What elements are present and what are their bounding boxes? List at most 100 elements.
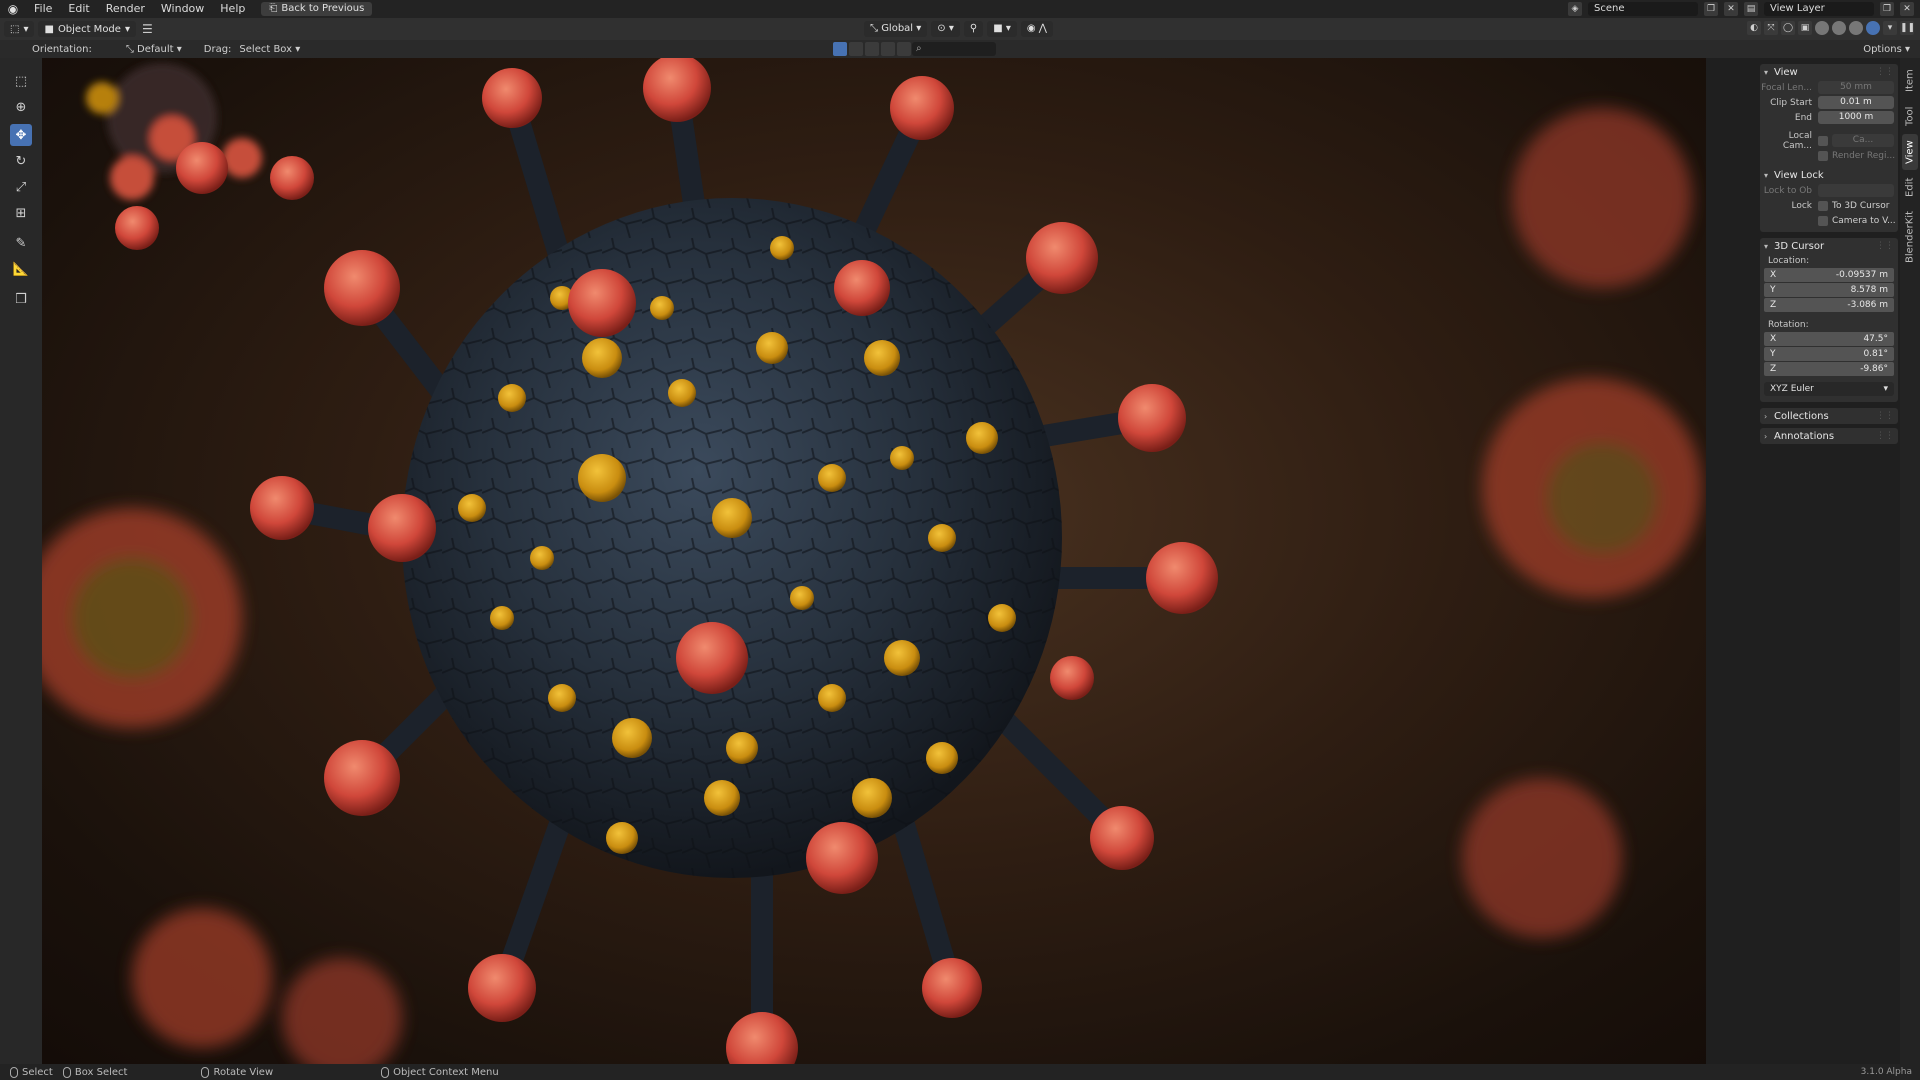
rotation-z-axis: Z [1770, 364, 1777, 374]
cursor-location-x-field[interactable]: X -0.09537 m [1764, 268, 1894, 282]
cursor-rotation-z-field[interactable]: Z -9.86° [1764, 362, 1894, 376]
move-tool-icon[interactable]: ✥ [10, 124, 32, 146]
cursor-rotation-y-field[interactable]: Y 0.81° [1764, 347, 1894, 361]
cursor-rotation-x-field[interactable]: X 47.5° [1764, 332, 1894, 346]
pause-render-icon[interactable]: ❚❚ [1900, 21, 1915, 35]
drag-grip-icon[interactable]: ⋮⋮ [1876, 411, 1894, 421]
chevron-down-icon: ▾ [1883, 384, 1888, 394]
delete-scene-icon[interactable]: ✕ [1724, 2, 1738, 16]
view-lock-title: View Lock [1774, 169, 1824, 181]
transform-tool-icon[interactable]: ⊞ [10, 202, 32, 224]
annotations-section-header[interactable]: › Annotations ⋮⋮ [1760, 428, 1898, 444]
view-lock-header[interactable]: ▾ View Lock [1760, 167, 1898, 183]
lock-to-object-field[interactable] [1818, 184, 1894, 197]
menu-help[interactable]: Help [212, 0, 253, 18]
cursor-section-title: 3D Cursor [1774, 240, 1825, 252]
back-to-previous-button[interactable]: ⎗ Back to Previous [261, 2, 373, 16]
drag-grip-icon[interactable]: ⋮⋮ [1876, 431, 1894, 441]
menu-window[interactable]: Window [153, 0, 212, 18]
local-camera-label: Local Cam... [1782, 130, 1812, 151]
wireframe-shading-button[interactable] [1815, 21, 1829, 35]
transform-orientation-select[interactable]: ⤡ Global ▾ [864, 21, 928, 37]
clip-start-field[interactable]: 0.01 m [1818, 96, 1894, 109]
clip-end-field[interactable]: 1000 m [1818, 111, 1894, 124]
view-section-header[interactable]: ▾ View ⋮⋮ [1760, 64, 1898, 80]
cursor-section-header[interactable]: ▾ 3D Cursor ⋮⋮ [1760, 238, 1898, 254]
select-box-tool-icon[interactable]: ⬚ [10, 70, 32, 92]
material-shading-button[interactable] [1849, 21, 1863, 35]
tab-item[interactable]: Item [1902, 64, 1918, 98]
menu-render[interactable]: Render [98, 0, 153, 18]
camera-to-view-row: Camera to V... [1760, 213, 1898, 228]
drag-grip-icon[interactable]: ⋮⋮ [1876, 67, 1894, 77]
cursor-location-y-field[interactable]: Y 8.578 m [1764, 283, 1894, 297]
delete-view-layer-icon[interactable]: ✕ [1900, 2, 1914, 16]
focal-length-row: Focal Len... 50 mm [1760, 80, 1898, 95]
xray-icon[interactable]: ▣ [1798, 21, 1812, 35]
select-new-icon[interactable] [833, 42, 847, 56]
clip-start-row: Clip Start 0.01 m [1760, 95, 1898, 110]
local-camera-checkbox[interactable] [1818, 135, 1828, 146]
select-invert-icon[interactable] [881, 42, 895, 56]
snap-toggle[interactable]: ⚲ [963, 21, 984, 37]
select-subtract-icon[interactable] [865, 42, 879, 56]
tab-blenderkit[interactable]: BlenderKit [1902, 204, 1918, 270]
new-view-layer-icon[interactable]: ❐ [1880, 2, 1894, 16]
transform-tools: ⤡ Global ▾ ⊙ ▾ ⚲ ■ ▾ ◉ ⋀ [864, 21, 1053, 37]
3d-viewport[interactable] [42, 58, 1706, 1064]
tab-view[interactable]: View [1902, 134, 1918, 170]
new-scene-icon[interactable]: ❐ [1704, 2, 1718, 16]
render-region-label: Render Regi... [1832, 150, 1896, 161]
focal-length-field[interactable]: 50 mm [1818, 81, 1894, 94]
scene-field[interactable]: Scene [1588, 2, 1698, 16]
gizmo-icon[interactable]: ⤧ [1764, 21, 1778, 35]
status-box-select-label: Box Select [74, 1066, 128, 1078]
camera-to-view-checkbox[interactable] [1818, 215, 1828, 226]
view-layer-field[interactable]: View Layer [1764, 2, 1874, 16]
scene-icon[interactable]: ◈ [1568, 2, 1582, 16]
drag-select-dropdown[interactable]: Select Box ▾ [239, 44, 300, 55]
tab-tool[interactable]: Tool [1902, 100, 1918, 132]
drag-grip-icon[interactable]: ⋮⋮ [1876, 241, 1894, 251]
select-intersect-icon[interactable] [897, 42, 911, 56]
rotate-tool-icon[interactable]: ↻ [10, 150, 32, 172]
visibility-icon[interactable]: ◐ [1747, 21, 1761, 35]
annotate-tool-icon[interactable]: ✎ [10, 232, 32, 254]
to-3d-cursor-label: To 3D Cursor [1832, 200, 1890, 211]
drag-value: Select Box [239, 43, 293, 55]
cursor-location-z-field[interactable]: Z -3.086 m [1764, 298, 1894, 312]
add-cube-tool-icon[interactable]: ❒ [10, 288, 32, 310]
rotation-mode-select[interactable]: XYZ Euler ▾ [1764, 382, 1894, 396]
local-camera-field[interactable]: Ca... [1832, 134, 1894, 147]
rendered-shading-button[interactable] [1866, 21, 1880, 35]
menu-icon[interactable]: ☰ [142, 22, 153, 36]
blender-logo-icon[interactable]: ◉ [0, 2, 26, 16]
collections-section-header[interactable]: › Collections ⋮⋮ [1760, 408, 1898, 424]
shading-options-icon[interactable]: ▾ [1883, 21, 1897, 35]
workspace-selectors: ◈ Scene ❐ ✕ ▤ View Layer ❐ ✕ [1568, 0, 1920, 18]
select-extend-icon[interactable] [849, 42, 863, 56]
tab-edit[interactable]: Edit [1902, 172, 1918, 202]
menu-file[interactable]: File [26, 0, 60, 18]
pivot-point-button[interactable]: ⊙ ▾ [931, 21, 960, 37]
solid-shading-button[interactable] [1832, 21, 1846, 35]
viewport-search-input[interactable]: ⌕ [912, 42, 996, 56]
render-region-checkbox[interactable] [1818, 150, 1828, 161]
proportional-edit-toggle[interactable]: ◉ ⋀ [1020, 21, 1053, 37]
object-mode-icon: ■ [44, 23, 54, 35]
measure-tool-icon[interactable]: 📐 [10, 258, 32, 280]
orientation-dropdown[interactable]: ⤡ Default ▾ [122, 44, 186, 55]
to-3d-cursor-checkbox[interactable] [1818, 200, 1828, 211]
mode-label: Object Mode [57, 23, 121, 35]
chevron-right-icon: › [1764, 411, 1768, 421]
mouse-drag-icon [62, 1066, 71, 1078]
menu-edit[interactable]: Edit [60, 0, 97, 18]
cursor-tool-icon[interactable]: ⊕ [10, 96, 32, 118]
mode-select[interactable]: ■ Object Mode ▾ [38, 21, 136, 37]
view-layer-icon[interactable]: ▤ [1744, 2, 1758, 16]
scale-tool-icon[interactable]: ⤢ [10, 176, 32, 198]
options-dropdown[interactable]: Options ▾ [1863, 44, 1910, 55]
snap-target-button[interactable]: ■ ▾ [987, 21, 1017, 37]
overlay-icon[interactable]: ◯ [1781, 21, 1795, 35]
editor-type-select[interactable]: ⬚ ▾ [4, 21, 35, 37]
